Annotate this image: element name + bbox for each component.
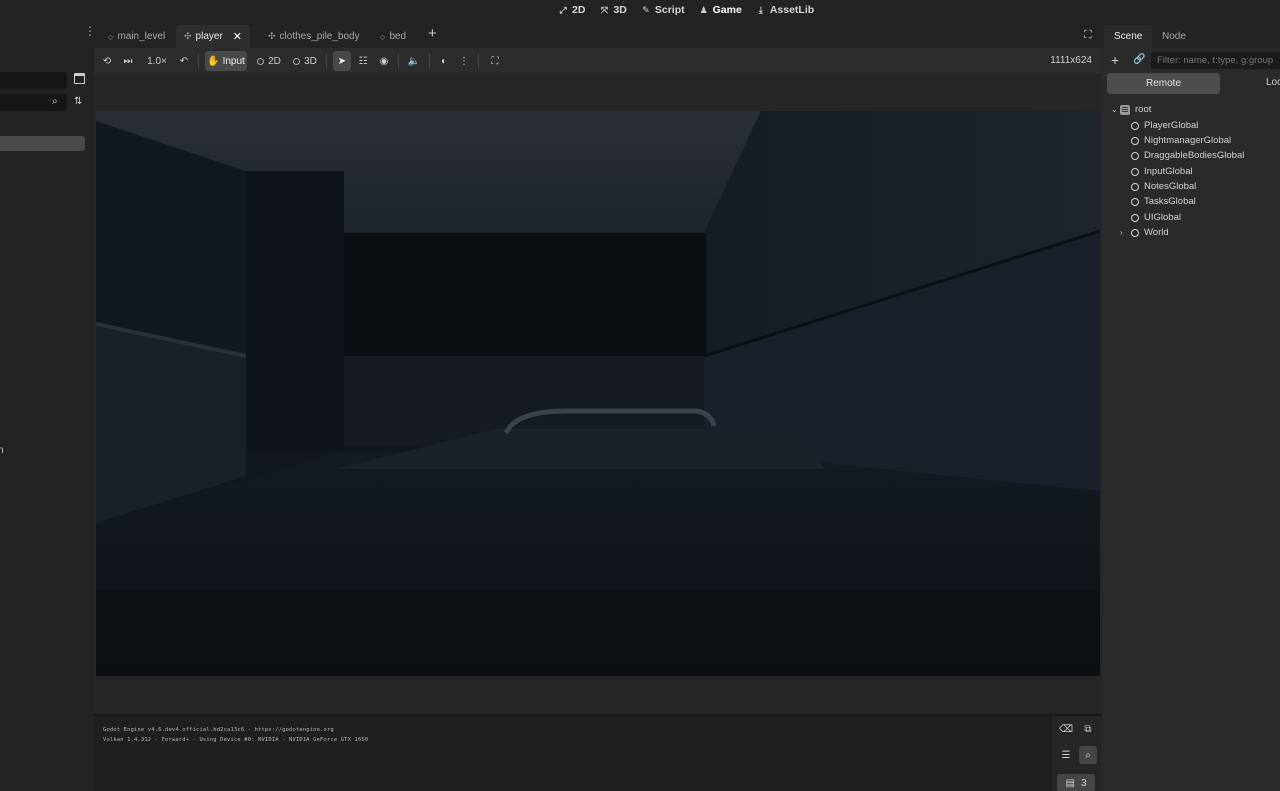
node-icon (1131, 151, 1139, 160)
add-node-icon[interactable]: + (1111, 52, 1119, 68)
filter-search-icon[interactable]: ⌕ (1079, 746, 1097, 764)
mode-3d-radio[interactable]: 3D (291, 51, 319, 71)
output-tools: ⌫ ⧉ ☰ ⌕ ▤ 3 (1052, 716, 1102, 791)
tab-scene[interactable]: Scene (1104, 25, 1153, 48)
radio-circle-icon (257, 57, 265, 65)
panel-divider (94, 714, 1102, 716)
workspace-switcher: ⤢ 2D ⤧ 3D ✎ Script ♟ Game ⤓ AssetLib (558, 0, 814, 20)
left-alcove (246, 171, 344, 451)
log-line: Godot Engine v4.6.dev4.official.bd2ca13c… (103, 727, 334, 733)
root-window-icon (1120, 104, 1130, 115)
toolbar-separator (326, 54, 327, 68)
layout-toggle-icon[interactable] (74, 73, 85, 84)
character-icon: ✣ (184, 31, 192, 41)
collapse-icon[interactable]: ☰ (1057, 746, 1075, 764)
game-icon: ♟ (699, 4, 708, 15)
tab-main-level[interactable]: ○ main_level (100, 25, 173, 48)
dock-tabs: Scene Node (1102, 20, 1280, 48)
scene-node-icon: ○ (108, 31, 114, 42)
embed-window-icon[interactable]: ⛶ (487, 51, 503, 71)
input-toggle-button[interactable]: ✋ Input (205, 51, 247, 71)
node-icon (1131, 228, 1139, 237)
time-scale-button[interactable]: 1.0× (143, 51, 171, 71)
audio-mute-icon[interactable]: 🔈 (406, 51, 422, 71)
input-icon: ✋ (207, 55, 220, 67)
next-frame-icon[interactable]: ⏭ (120, 51, 136, 71)
message-count-toggle[interactable]: ▤ 3 (1057, 774, 1095, 791)
chevron-right-icon[interactable]: › (1120, 228, 1129, 237)
instantiate-link-icon[interactable]: 🔗 (1133, 54, 1145, 65)
remote-tree-button[interactable]: Remote (1107, 73, 1220, 94)
message-icon: ▤ (1065, 777, 1075, 789)
clear-log-icon[interactable]: ⌫ (1057, 720, 1075, 738)
visibility-eye-icon[interactable]: ◉ (376, 51, 392, 71)
node-icon (1131, 121, 1139, 130)
scene-tab-bar: ○ main_level ✣ player ✕ ✣ clothes_pile_b… (94, 20, 1102, 48)
local-tree-button[interactable]: Loc (1266, 77, 1280, 88)
close-tab-icon[interactable]: ✕ (233, 30, 242, 43)
workspace-2d-button[interactable]: ⤢ 2D (558, 4, 585, 16)
reset-time-scale-icon[interactable]: ↶ (176, 51, 192, 71)
add-tab-button[interactable]: + (428, 26, 437, 41)
output-panel: Godot Engine v4.6.dev4.official.bd2ca13c… (94, 714, 1102, 791)
distraction-free-icon[interactable]: ⛶ (1084, 29, 1092, 42)
tree-item-nightmanager-global[interactable]: NightmanagerGlobal (1131, 133, 1231, 148)
tree-item-notes-global[interactable]: NotesGlobal (1131, 179, 1196, 194)
game-toolbar: ⟲ ⏭ 1.0× ↶ ✋ Input 2D 3D ➤ ☷ ◉ 🔈 ◐ ⋮ ⛶ 1… (94, 48, 1102, 74)
scene-filter-input[interactable] (1151, 52, 1280, 69)
workspace-assetlib-button[interactable]: ⤓ AssetLib (756, 4, 814, 16)
game-render-scene (96, 111, 1100, 676)
path-field[interactable] (0, 72, 67, 89)
copy-log-icon[interactable]: ⧉ (1079, 720, 1097, 738)
chevron-down-icon[interactable]: ⌄ (1111, 105, 1120, 114)
character-icon: ✣ (268, 31, 276, 41)
3d-icon: ⤧ (600, 4, 609, 15)
left-dock: ⋮ ⌕ ⇅ n (0, 20, 96, 791)
camera-override-icon[interactable]: ◐ (436, 51, 452, 71)
tree-item-tasks-global[interactable]: TasksGlobal (1131, 194, 1196, 209)
toolbar-separator (429, 54, 430, 68)
tree-item-root[interactable]: ⌄ root (1111, 102, 1151, 117)
node-icon (1131, 197, 1139, 206)
scene-node-icon: ○ (380, 31, 386, 42)
tab-node[interactable]: Node (1152, 25, 1196, 48)
toolbar-separator (198, 54, 199, 68)
resolution-label: 1111x624 (1050, 55, 1092, 66)
node-icon (1131, 167, 1139, 176)
game-viewport[interactable] (96, 111, 1100, 676)
workspace-3d-button[interactable]: ⤧ 3D (599, 4, 627, 16)
suspend-icon[interactable]: ⟲ (99, 51, 115, 71)
workspace-script-button[interactable]: ✎ Script (641, 4, 685, 16)
tree-item-input-global[interactable]: InputGlobal (1131, 164, 1193, 179)
more-options-icon[interactable]: ⋮ (458, 51, 470, 71)
selected-file-row[interactable] (0, 136, 85, 151)
search-icon: ⌕ (52, 96, 58, 107)
tree-item-ui-global[interactable]: UIGlobal (1131, 210, 1181, 225)
node-icon (1131, 136, 1139, 145)
scene-tools: + 🔗 (1102, 52, 1280, 72)
2d-icon: ⤢ (559, 4, 567, 15)
radio-circle-icon (293, 57, 301, 65)
left-dock-text-fragment: n (0, 445, 4, 456)
script-icon: ✎ (642, 4, 650, 15)
sort-icon[interactable]: ⇅ (74, 96, 82, 107)
tab-bed[interactable]: ○ bed (372, 25, 414, 48)
select-mode-icon[interactable]: ➤ (333, 51, 351, 71)
tree-item-player-global[interactable]: PlayerGlobal (1131, 118, 1198, 133)
assetlib-icon: ⤓ (758, 4, 763, 15)
tree-item-draggable-bodies-global[interactable]: DraggableBodiesGlobal (1131, 148, 1244, 163)
scene-dock: Scene Node + 🔗 Remote Loc ⌄ root PlayerG… (1102, 20, 1280, 791)
workspace-game-button[interactable]: ♟ Game (699, 4, 742, 16)
log-line: Vulkan 1.4.312 - Forward+ - Using Device… (103, 737, 369, 743)
tab-clothes-pile-body[interactable]: ✣ clothes_pile_body (260, 25, 368, 48)
top-bar: ⤢ 2D ⤧ 3D ✎ Script ♟ Game ⤓ AssetLib (0, 0, 1280, 20)
list-select-icon[interactable]: ☷ (355, 51, 371, 71)
toolbar-separator (398, 54, 399, 68)
node-icon (1131, 213, 1139, 222)
tab-player[interactable]: ✣ player ✕ (176, 25, 251, 48)
tree-item-world[interactable]: › World (1120, 225, 1169, 240)
toolbar-separator (478, 54, 479, 68)
node-icon (1131, 182, 1139, 191)
mode-2d-radio[interactable]: 2D (255, 51, 283, 71)
